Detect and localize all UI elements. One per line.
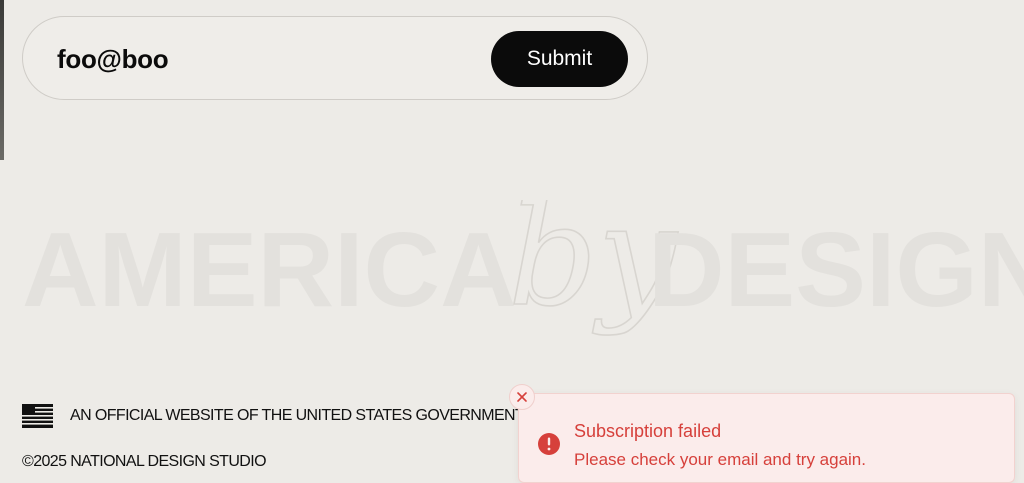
us-flag-icon (22, 404, 53, 428)
wordmark-design: DESIGN (648, 211, 1024, 329)
toast-close-button[interactable] (509, 384, 535, 410)
wordmark-america: AMERICA (22, 211, 517, 329)
email-input[interactable] (57, 41, 477, 77)
submit-button[interactable]: Submit (491, 31, 628, 87)
toast-title: Subscription failed (574, 421, 722, 441)
toast-message: Please check your email and try again. (574, 450, 866, 469)
close-icon (517, 392, 527, 402)
america-by-design-wordmark: AMERICA by DESIGN (0, 200, 1024, 380)
alert-circle-icon (538, 433, 560, 455)
copyright: ©2025 NATIONAL DESIGN STUDIO (22, 453, 267, 470)
government-notice: AN OFFICIAL WEBSITE OF THE UNITED STATES… (70, 407, 525, 424)
newsletter-form: Submit (22, 16, 648, 100)
error-toast: Subscription failed Please check your em… (518, 393, 1015, 483)
left-edge-strip (0, 0, 4, 160)
